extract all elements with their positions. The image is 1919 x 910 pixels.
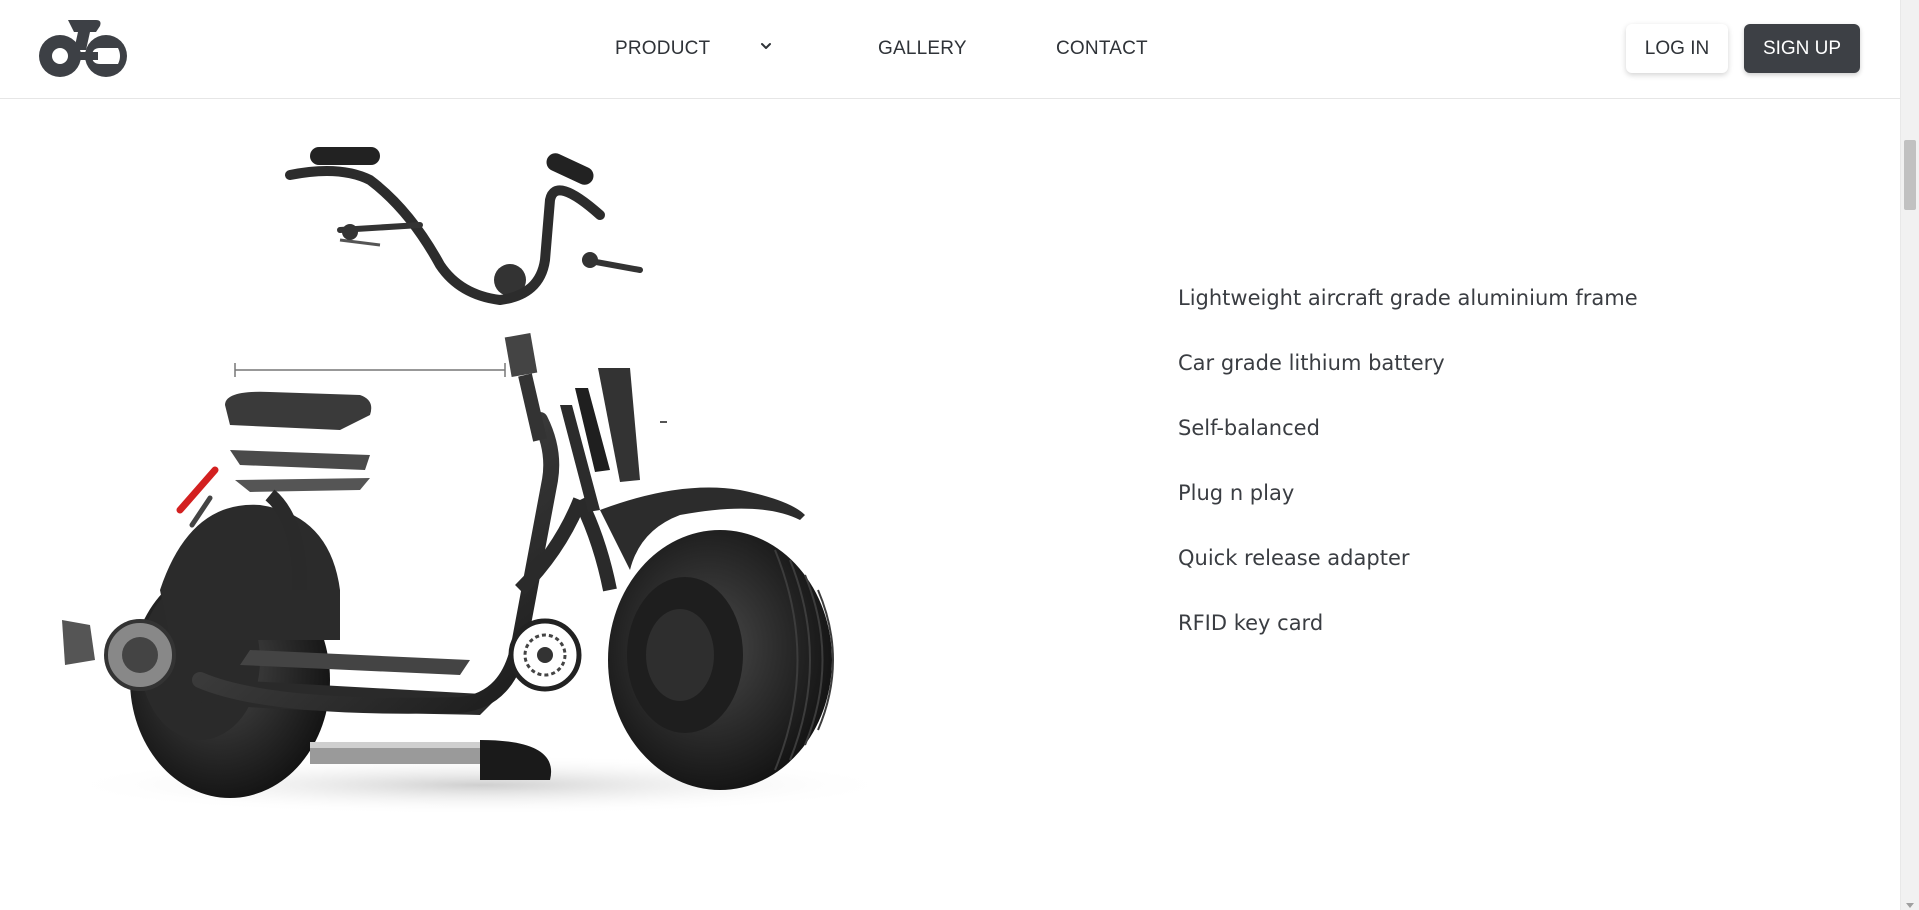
nav-contact[interactable]: CONTACT	[1056, 38, 1148, 60]
nav-product[interactable]: PRODUCT	[615, 38, 710, 60]
scrollbar-thumb[interactable]	[1904, 140, 1916, 210]
list-item: Car grade lithium battery	[1178, 351, 1445, 375]
nav-gallery[interactable]: GALLERY	[878, 38, 967, 60]
feature-list: Lightweight aircraft grade aluminium fra…	[1178, 283, 1638, 673]
page: PRODUCT GALLERY CONTACT LOG IN SIGN UP L…	[0, 0, 1919, 910]
site-header: PRODUCT GALLERY CONTACT LOG IN SIGN UP	[0, 0, 1900, 99]
list-item: Plug n play	[1178, 481, 1295, 505]
chevron-down-icon[interactable]	[758, 38, 774, 54]
vertical-scrollbar[interactable]	[1900, 0, 1919, 910]
main-nav: PRODUCT GALLERY CONTACT	[0, 0, 1900, 99]
exploded-scooter-image	[60, 147, 900, 815]
list-item: Lightweight aircraft grade aluminium fra…	[1178, 286, 1638, 310]
list-item: Self-balanced	[1178, 416, 1320, 440]
signup-button[interactable]: SIGN UP	[1744, 24, 1860, 73]
list-item: Quick release adapter	[1178, 546, 1410, 570]
login-button[interactable]: LOG IN	[1626, 24, 1728, 73]
list-item: RFID key card	[1178, 611, 1324, 635]
scroll-down-icon[interactable]	[1906, 903, 1914, 908]
